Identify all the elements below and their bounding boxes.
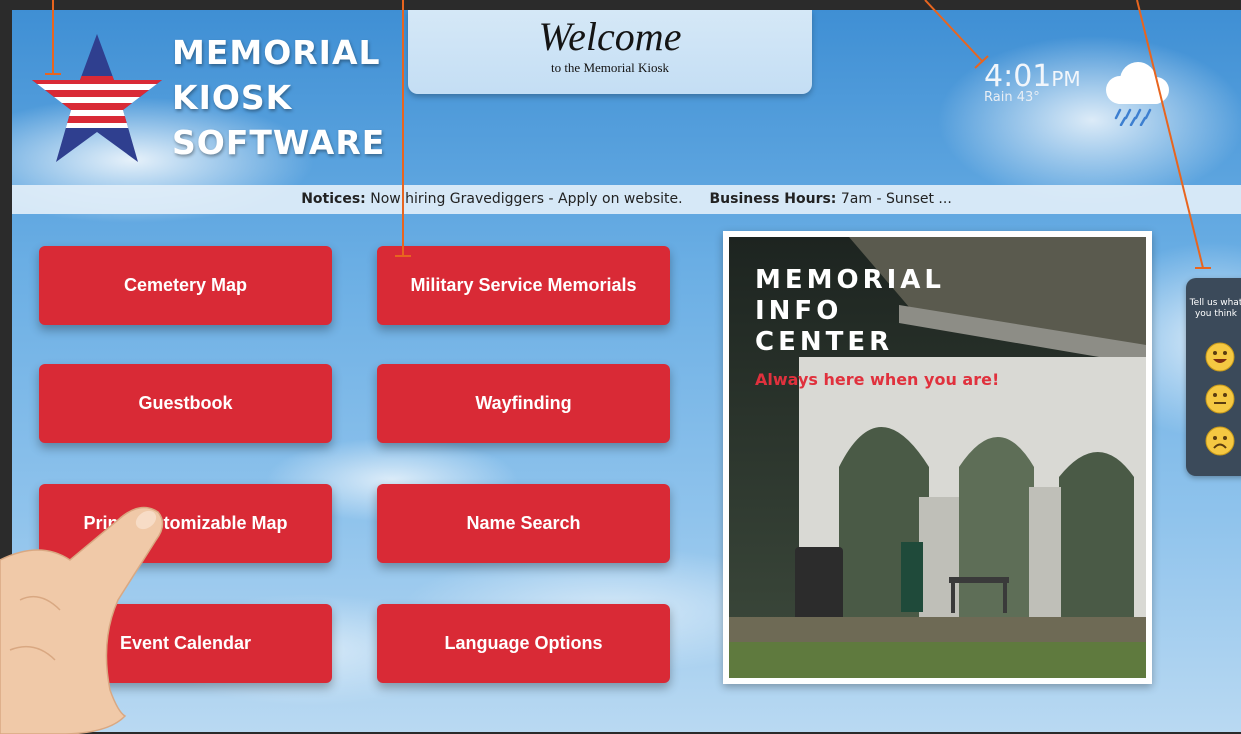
military-service-memorials-button[interactable]: Military Service Memorials: [377, 246, 670, 325]
hours-label: Business Hours:: [709, 191, 837, 207]
kiosk-screen: MEMORIAL KIOSK SOFTWARE Welcome to the M…: [12, 10, 1241, 732]
info-center-tagline: Always here when you are!: [755, 370, 1000, 389]
rain-cloud-icon: [1106, 62, 1169, 126]
clock-widget: 4:01PM Rain 43°: [984, 59, 1081, 106]
happy-face-icon[interactable]: [1205, 342, 1235, 372]
info-title-line: MEMORIAL: [755, 265, 945, 295]
logo-line: SOFTWARE: [172, 123, 386, 162]
neutral-face-icon[interactable]: [1205, 384, 1235, 414]
logo-line: MEMORIAL: [172, 33, 381, 72]
language-options-button[interactable]: Language Options: [377, 604, 670, 683]
notice-ticker: Notices: Now hiring Gravediggers - Apply…: [12, 185, 1241, 214]
welcome-title: Welcome: [538, 14, 682, 59]
info-center-title: MEMORIAL INFO CENTER: [755, 265, 945, 358]
sad-face-icon[interactable]: [1205, 426, 1235, 456]
info-title-line: CENTER: [755, 327, 894, 357]
logo-line: KIOSK: [172, 78, 293, 117]
pavilion-photo: MEMORIAL INFO CENTER Always here when yo…: [729, 237, 1146, 678]
guestbook-button[interactable]: Guestbook: [39, 364, 332, 443]
welcome-subtitle: to the Memorial Kiosk: [550, 60, 670, 75]
name-search-button[interactable]: Name Search: [377, 484, 670, 563]
cemetery-map-button[interactable]: Cemetery Map: [39, 246, 332, 325]
wayfinding-button[interactable]: Wayfinding: [377, 364, 670, 443]
notices-text: Now hiring Gravediggers - Apply on websi…: [370, 191, 683, 207]
clock-ampm: PM: [1051, 67, 1081, 91]
flag-star-logo-icon: [32, 34, 162, 162]
hours-text: 7am - Sunset ...: [840, 191, 952, 207]
notices-label: Notices:: [301, 191, 366, 207]
memorial-info-center-card[interactable]: MEMORIAL INFO CENTER Always here when yo…: [723, 231, 1152, 684]
print-customizable-map-button[interactable]: Print Customizable Map: [39, 484, 332, 563]
feedback-label: Tell us what you think: [1189, 298, 1241, 319]
welcome-panel: Welcome to the Memorial Kiosk: [408, 10, 812, 94]
info-title-line: INFO: [755, 296, 843, 326]
feedback-panel: Tell us what you think: [1186, 278, 1241, 476]
weather-condition: Rain 43°: [984, 90, 1040, 105]
logo-wordmark: MEMORIAL KIOSK SOFTWARE: [172, 30, 385, 165]
clock-time: 4:01: [984, 59, 1052, 94]
event-calendar-button[interactable]: Event Calendar: [39, 604, 332, 683]
